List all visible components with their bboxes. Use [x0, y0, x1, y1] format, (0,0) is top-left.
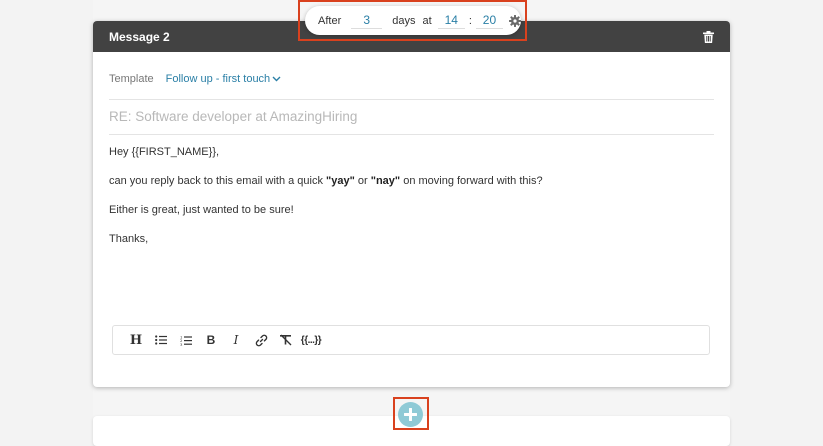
template-row: Template Follow up - first touch [109, 73, 281, 85]
variable-button[interactable]: {{...}} [300, 329, 322, 351]
editor-toolbar: H 1 2 3 B I {{...}} [112, 325, 710, 355]
numbered-list-icon[interactable]: 1 2 3 [175, 329, 197, 351]
template-value: Follow up - first touch [165, 73, 271, 85]
email-body-editor[interactable]: Hey {{FIRST_NAME}}, can you reply back t… [109, 145, 714, 261]
clear-formatting-icon[interactable] [275, 329, 297, 351]
template-label: Template [109, 73, 154, 85]
body-line-2: can you reply back to this email with a … [109, 175, 543, 187]
message-title: Message 2 [109, 29, 170, 44]
message-card: Message 2 Template Follow up - first tou… [93, 21, 730, 387]
subject-input[interactable]: RE: Software developer at AmazingHiring [109, 109, 357, 124]
svg-text:3: 3 [180, 341, 183, 345]
body-signoff: Thanks, [109, 233, 149, 245]
template-dropdown[interactable]: Follow up - first touch [166, 73, 282, 85]
link-icon[interactable] [250, 329, 272, 351]
highlight-box [393, 397, 429, 430]
chevron-down-icon [272, 76, 281, 82]
body-greeting: Hey {{FIRST_NAME}}, [109, 146, 220, 158]
bulleted-list-icon[interactable] [150, 329, 172, 351]
divider [109, 134, 714, 135]
highlight-box [298, 0, 527, 41]
heading-button[interactable]: H [125, 329, 147, 351]
trash-icon[interactable] [703, 30, 714, 43]
divider [109, 99, 714, 100]
italic-button[interactable]: I [225, 329, 247, 351]
bold-button[interactable]: B [200, 329, 222, 351]
body-line-3: Either is great, just wanted to be sure! [109, 204, 294, 216]
